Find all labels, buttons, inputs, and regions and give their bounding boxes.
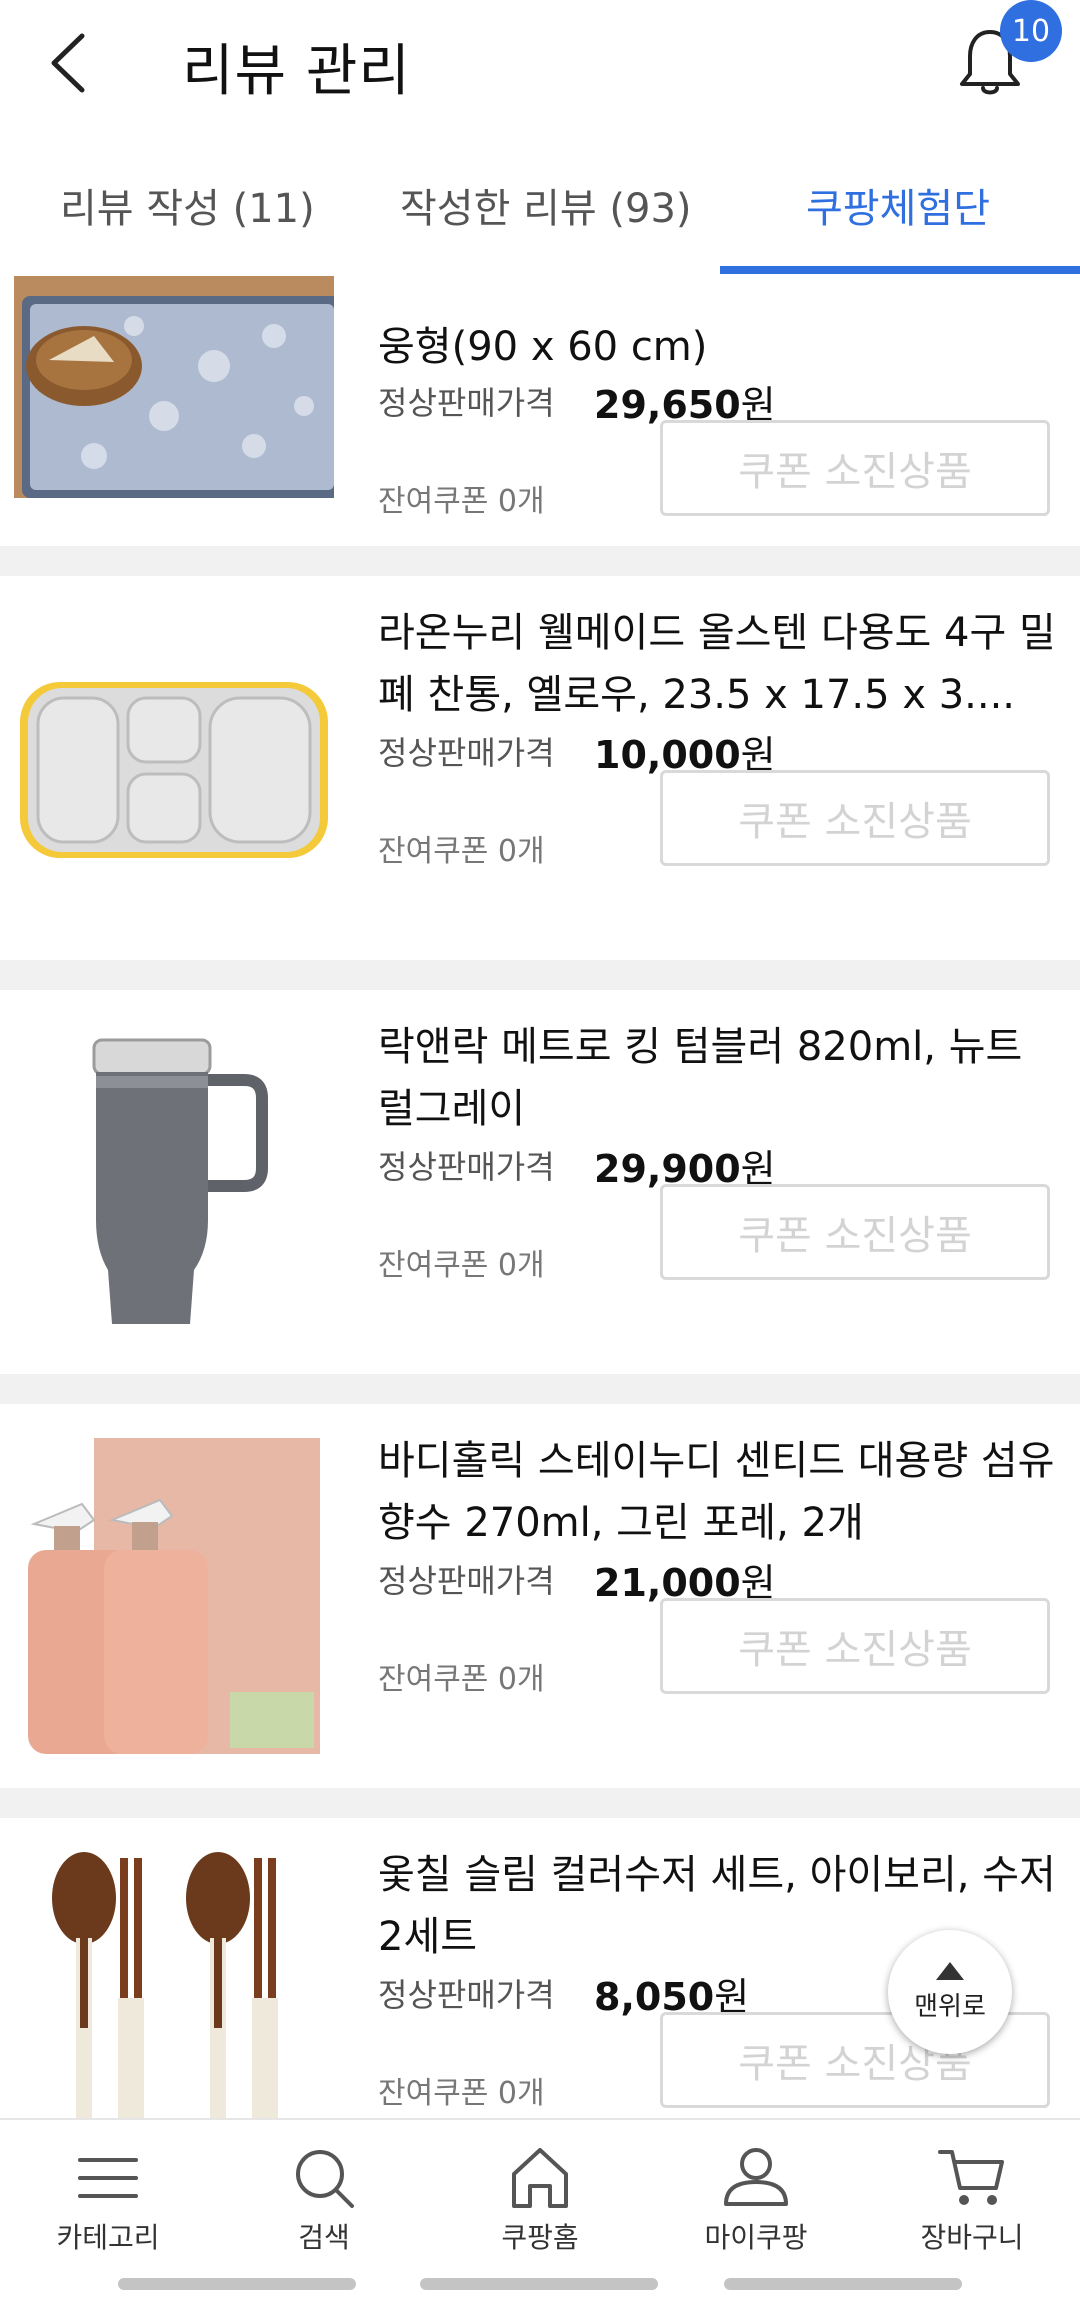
notification-badge: 10 [1000, 0, 1062, 62]
product-image-fabric-perfume [14, 1434, 334, 1758]
divider [0, 546, 1080, 576]
product-image-mat [14, 276, 334, 498]
price-label: 정상판매가격 [378, 1148, 555, 1186]
active-tab-indicator [720, 266, 1080, 274]
list-item[interactable]: 웅형(90 x 60 cm) 정상판매가격 29,650원 잔여쿠폰 0개 쿠폰… [0, 276, 1080, 522]
tab-coupang-experience[interactable]: 쿠팡체험단 [806, 176, 990, 234]
scroll-to-top-label: 맨위로 [914, 1991, 986, 2022]
nav-home[interactable]: 쿠팡홈 [432, 2120, 648, 2268]
product-list[interactable]: 웅형(90 x 60 cm) 정상판매가격 29,650원 잔여쿠폰 0개 쿠폰… [0, 276, 1080, 2118]
scroll-to-top-button[interactable]: 맨위로 [888, 1930, 1012, 2054]
product-image-cutlery [14, 1848, 334, 2118]
coupon-soldout-button[interactable]: 쿠폰 소진상품 [660, 1184, 1050, 1280]
remaining-coupons: 잔여쿠폰 0개 [378, 2076, 545, 2111]
remaining-coupons: 잔여쿠폰 0개 [378, 484, 545, 519]
arrow-up-icon [936, 1961, 964, 1980]
back-arrow-icon[interactable] [40, 28, 100, 98]
list-item[interactable]: 바디홀릭 스테이누디 센티드 대용량 섬유향수 270ml, 그린 포레, 2개… [0, 1404, 1080, 1788]
product-name[interactable]: 락앤락 메트로 킹 텀블러 820ml, 뉴트럴그레이 [378, 1016, 1058, 1140]
app-header: 리뷰 관리 10 [0, 0, 1080, 130]
remaining-coupons: 잔여쿠폰 0개 [378, 834, 545, 869]
gesture-bar[interactable] [420, 2278, 658, 2290]
product-name[interactable]: 웅형(90 x 60 cm) [378, 316, 1058, 376]
nav-label: 검색 [298, 2221, 350, 2254]
nav-search[interactable]: 검색 [216, 2120, 432, 2268]
product-name[interactable]: 라온누리 웰메이드 올스텐 다용도 4구 밀폐 찬통, 옐로우, 23.5 x … [378, 602, 1058, 726]
coupon-soldout-button[interactable]: 쿠폰 소진상품 [660, 1598, 1050, 1694]
nav-label: 카테고리 [56, 2221, 160, 2254]
price-label: 정상판매가격 [378, 1976, 555, 2014]
review-tabs: 리뷰 작성 (11) 작성한 리뷰 (93) 쿠팡체험단 [0, 150, 1080, 276]
price-label: 정상판매가격 [378, 734, 555, 772]
remaining-coupons: 잔여쿠폰 0개 [378, 1662, 545, 1697]
price-label: 정상판매가격 [378, 1562, 555, 1600]
nav-my-coupang[interactable]: 마이쿠팡 [648, 2120, 864, 2268]
list-item[interactable]: 락앤락 메트로 킹 텀블러 820ml, 뉴트럴그레이 정상판매가격 29,90… [0, 990, 1080, 1374]
nav-label: 쿠팡홈 [501, 2221, 579, 2254]
gesture-bar[interactable] [724, 2278, 962, 2290]
remaining-coupons: 잔여쿠폰 0개 [378, 1248, 545, 1283]
nav-label: 마이쿠팡 [704, 2221, 808, 2254]
coupon-soldout-button[interactable]: 쿠폰 소진상품 [660, 420, 1050, 516]
product-image-container [14, 606, 334, 930]
home-icon [512, 2148, 568, 2208]
product-image-tumbler [14, 1020, 334, 1344]
product-name[interactable]: 바디홀릭 스테이누디 센티드 대용량 섬유향수 270ml, 그린 포레, 2개 [378, 1430, 1058, 1554]
tab-written-reviews[interactable]: 작성한 리뷰 (93) [400, 176, 692, 234]
list-item[interactable]: 라온누리 웰메이드 올스텐 다용도 4구 밀폐 찬통, 옐로우, 23.5 x … [0, 576, 1080, 960]
cart-icon [938, 2150, 1004, 2205]
price-label: 정상판매가격 [378, 384, 555, 422]
tab-write-review[interactable]: 리뷰 작성 (11) [60, 176, 315, 234]
coupon-soldout-button[interactable]: 쿠폰 소진상품 [660, 770, 1050, 866]
divider [0, 1788, 1080, 1818]
menu-icon [78, 2158, 138, 2198]
divider [0, 1374, 1080, 1404]
divider [0, 960, 1080, 990]
nav-cart[interactable]: 장바구니 [864, 2120, 1080, 2268]
page-title: 리뷰 관리 [182, 39, 411, 104]
nav-label: 장바구니 [920, 2221, 1024, 2254]
gesture-bar[interactable] [118, 2278, 356, 2290]
search-icon [296, 2150, 354, 2208]
user-icon [724, 2148, 788, 2206]
nav-category[interactable]: 카테고리 [0, 2120, 216, 2268]
bottom-navigation: 카테고리 검색 쿠팡홈 마이쿠팡 장바구니 [0, 2118, 1080, 2266]
